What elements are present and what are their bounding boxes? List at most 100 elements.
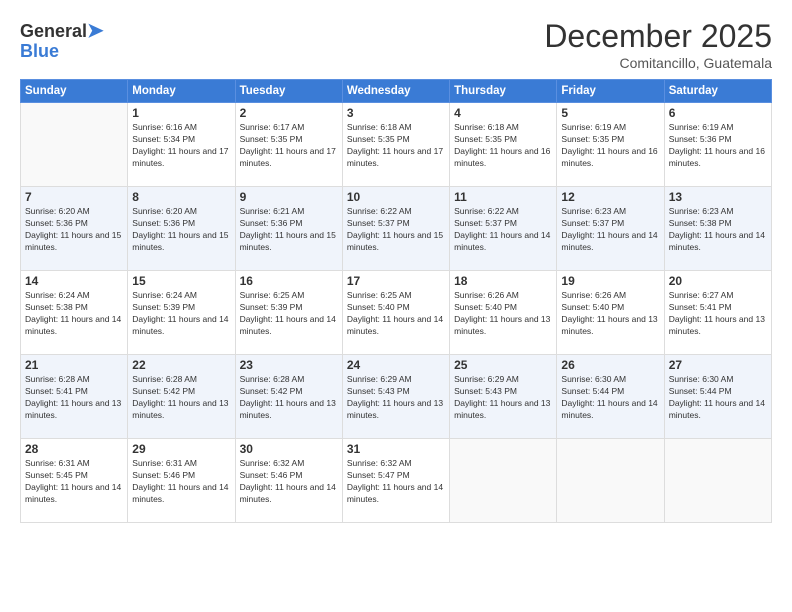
day-info: Sunrise: 6:19 AMSunset: 5:35 PMDaylight:…	[561, 122, 659, 170]
col-tuesday: Tuesday	[235, 80, 342, 103]
day-number: 5	[561, 106, 659, 120]
day-number: 31	[347, 442, 445, 456]
col-thursday: Thursday	[450, 80, 557, 103]
table-row: 24Sunrise: 6:29 AMSunset: 5:43 PMDayligh…	[342, 355, 449, 439]
day-info: Sunrise: 6:24 AMSunset: 5:38 PMDaylight:…	[25, 290, 123, 338]
col-friday: Friday	[557, 80, 664, 103]
logo-text: General➤	[20, 18, 104, 43]
day-info: Sunrise: 6:28 AMSunset: 5:42 PMDaylight:…	[132, 374, 230, 422]
day-number: 28	[25, 442, 123, 456]
title-section: December 2025 Comitancillo, Guatemala	[544, 18, 772, 71]
table-row: 8 Sunrise: 6:20 AMSunset: 5:36 PMDaylight…	[128, 187, 235, 271]
day-number: 22	[132, 358, 230, 372]
day-info: Sunrise: 6:32 AMSunset: 5:47 PMDaylight:…	[347, 458, 445, 506]
day-number: 30	[240, 442, 338, 456]
table-row: 28 Sunrise: 6:31 AMSunset: 5:45 PMDayligh…	[21, 439, 128, 523]
day-info: Sunrise: 6:18 AMSunset: 5:35 PMDaylight:…	[347, 122, 445, 170]
day-info: Sunrise: 6:16 AMSunset: 5:34 PMDaylight:…	[132, 122, 230, 170]
calendar-week-row: 28 Sunrise: 6:31 AMSunset: 5:45 PMDayligh…	[21, 439, 772, 523]
day-number: 6	[669, 106, 767, 120]
logo: General➤ Blue	[20, 18, 104, 62]
calendar-week-row: 21 Sunrise: 6:28 AMSunset: 5:41 PMDayligh…	[21, 355, 772, 439]
day-number: 8	[132, 190, 230, 204]
day-number: 9	[240, 190, 338, 204]
day-number: 17	[347, 274, 445, 288]
day-info: Sunrise: 6:26 AMSunset: 5:40 PMDaylight:…	[561, 290, 659, 338]
location-subtitle: Comitancillo, Guatemala	[544, 55, 772, 71]
col-saturday: Saturday	[664, 80, 771, 103]
day-number: 1	[132, 106, 230, 120]
table-row: 17 Sunrise: 6:25 AMSunset: 5:40 PMDayligh…	[342, 271, 449, 355]
day-info: Sunrise: 6:26 AMSunset: 5:40 PMDaylight:…	[454, 290, 552, 338]
day-info: Sunrise: 6:31 AMSunset: 5:46 PMDaylight:…	[132, 458, 230, 506]
day-info: Sunrise: 6:23 AMSunset: 5:37 PMDaylight:…	[561, 206, 659, 254]
day-info: Sunrise: 6:19 AMSunset: 5:36 PMDaylight:…	[669, 122, 767, 170]
table-row: 1 Sunrise: 6:16 AMSunset: 5:34 PMDaylight…	[128, 103, 235, 187]
logo-bird-icon: ➤	[87, 20, 104, 42]
calendar-week-row: 7 Sunrise: 6:20 AMSunset: 5:36 PMDaylight…	[21, 187, 772, 271]
table-row: 9 Sunrise: 6:21 AMSunset: 5:36 PMDaylight…	[235, 187, 342, 271]
table-row: 30Sunrise: 6:32 AMSunset: 5:46 PMDayligh…	[235, 439, 342, 523]
day-number: 15	[132, 274, 230, 288]
day-info: Sunrise: 6:30 AMSunset: 5:44 PMDaylight:…	[669, 374, 767, 422]
day-info: Sunrise: 6:30 AMSunset: 5:44 PMDaylight:…	[561, 374, 659, 422]
calendar-week-row: 14 Sunrise: 6:24 AMSunset: 5:38 PMDayligh…	[21, 271, 772, 355]
table-row: 26 Sunrise: 6:30 AMSunset: 5:44 PMDayligh…	[557, 355, 664, 439]
day-info: Sunrise: 6:28 AMSunset: 5:42 PMDaylight:…	[240, 374, 338, 422]
day-info: Sunrise: 6:28 AMSunset: 5:41 PMDaylight:…	[25, 374, 123, 422]
table-row	[664, 439, 771, 523]
day-number: 12	[561, 190, 659, 204]
day-number: 27	[669, 358, 767, 372]
day-number: 26	[561, 358, 659, 372]
day-info: Sunrise: 6:21 AMSunset: 5:36 PMDaylight:…	[240, 206, 338, 254]
day-number: 13	[669, 190, 767, 204]
table-row: 5 Sunrise: 6:19 AMSunset: 5:35 PMDaylight…	[557, 103, 664, 187]
logo-general: General	[20, 21, 87, 41]
day-number: 23	[240, 358, 338, 372]
day-info: Sunrise: 6:20 AMSunset: 5:36 PMDaylight:…	[25, 206, 123, 254]
table-row: 6 Sunrise: 6:19 AMSunset: 5:36 PMDaylight…	[664, 103, 771, 187]
day-number: 14	[25, 274, 123, 288]
table-row: 3 Sunrise: 6:18 AMSunset: 5:35 PMDaylight…	[342, 103, 449, 187]
logo-blue: Blue	[20, 41, 59, 62]
table-row: 4 Sunrise: 6:18 AMSunset: 5:35 PMDaylight…	[450, 103, 557, 187]
day-number: 21	[25, 358, 123, 372]
calendar-week-row: 1 Sunrise: 6:16 AMSunset: 5:34 PMDaylight…	[21, 103, 772, 187]
table-row	[21, 103, 128, 187]
table-row: 15Sunrise: 6:24 AMSunset: 5:39 PMDayligh…	[128, 271, 235, 355]
day-info: Sunrise: 6:25 AMSunset: 5:39 PMDaylight:…	[240, 290, 338, 338]
table-row: 23 Sunrise: 6:28 AMSunset: 5:42 PMDayligh…	[235, 355, 342, 439]
table-row: 2Sunrise: 6:17 AMSunset: 5:35 PMDaylight…	[235, 103, 342, 187]
col-sunday: Sunday	[21, 80, 128, 103]
table-row: 7 Sunrise: 6:20 AMSunset: 5:36 PMDaylight…	[21, 187, 128, 271]
day-number: 4	[454, 106, 552, 120]
day-info: Sunrise: 6:27 AMSunset: 5:41 PMDaylight:…	[669, 290, 767, 338]
table-row	[557, 439, 664, 523]
day-info: Sunrise: 6:31 AMSunset: 5:45 PMDaylight:…	[25, 458, 123, 506]
day-number: 24	[347, 358, 445, 372]
day-number: 7	[25, 190, 123, 204]
table-row: 10Sunrise: 6:22 AMSunset: 5:37 PMDayligh…	[342, 187, 449, 271]
table-row: 11 Sunrise: 6:22 AMSunset: 5:37 PMDayligh…	[450, 187, 557, 271]
day-number: 11	[454, 190, 552, 204]
calendar-table: Sunday Monday Tuesday Wednesday Thursday…	[20, 79, 772, 523]
day-number: 10	[347, 190, 445, 204]
table-row: 20 Sunrise: 6:27 AMSunset: 5:41 PMDayligh…	[664, 271, 771, 355]
day-info: Sunrise: 6:20 AMSunset: 5:36 PMDaylight:…	[132, 206, 230, 254]
table-row: 21 Sunrise: 6:28 AMSunset: 5:41 PMDayligh…	[21, 355, 128, 439]
col-monday: Monday	[128, 80, 235, 103]
day-info: Sunrise: 6:23 AMSunset: 5:38 PMDaylight:…	[669, 206, 767, 254]
day-info: Sunrise: 6:18 AMSunset: 5:35 PMDaylight:…	[454, 122, 552, 170]
day-number: 18	[454, 274, 552, 288]
table-row: 19Sunrise: 6:26 AMSunset: 5:40 PMDayligh…	[557, 271, 664, 355]
day-number: 2	[240, 106, 338, 120]
table-row: 29 Sunrise: 6:31 AMSunset: 5:46 PMDayligh…	[128, 439, 235, 523]
calendar-page: General➤ Blue December 2025 Comitancillo…	[0, 0, 792, 612]
day-info: Sunrise: 6:29 AMSunset: 5:43 PMDaylight:…	[454, 374, 552, 422]
day-number: 29	[132, 442, 230, 456]
day-number: 3	[347, 106, 445, 120]
day-info: Sunrise: 6:22 AMSunset: 5:37 PMDaylight:…	[454, 206, 552, 254]
table-row: 16Sunrise: 6:25 AMSunset: 5:39 PMDayligh…	[235, 271, 342, 355]
day-number: 20	[669, 274, 767, 288]
day-info: Sunrise: 6:25 AMSunset: 5:40 PMDaylight:…	[347, 290, 445, 338]
